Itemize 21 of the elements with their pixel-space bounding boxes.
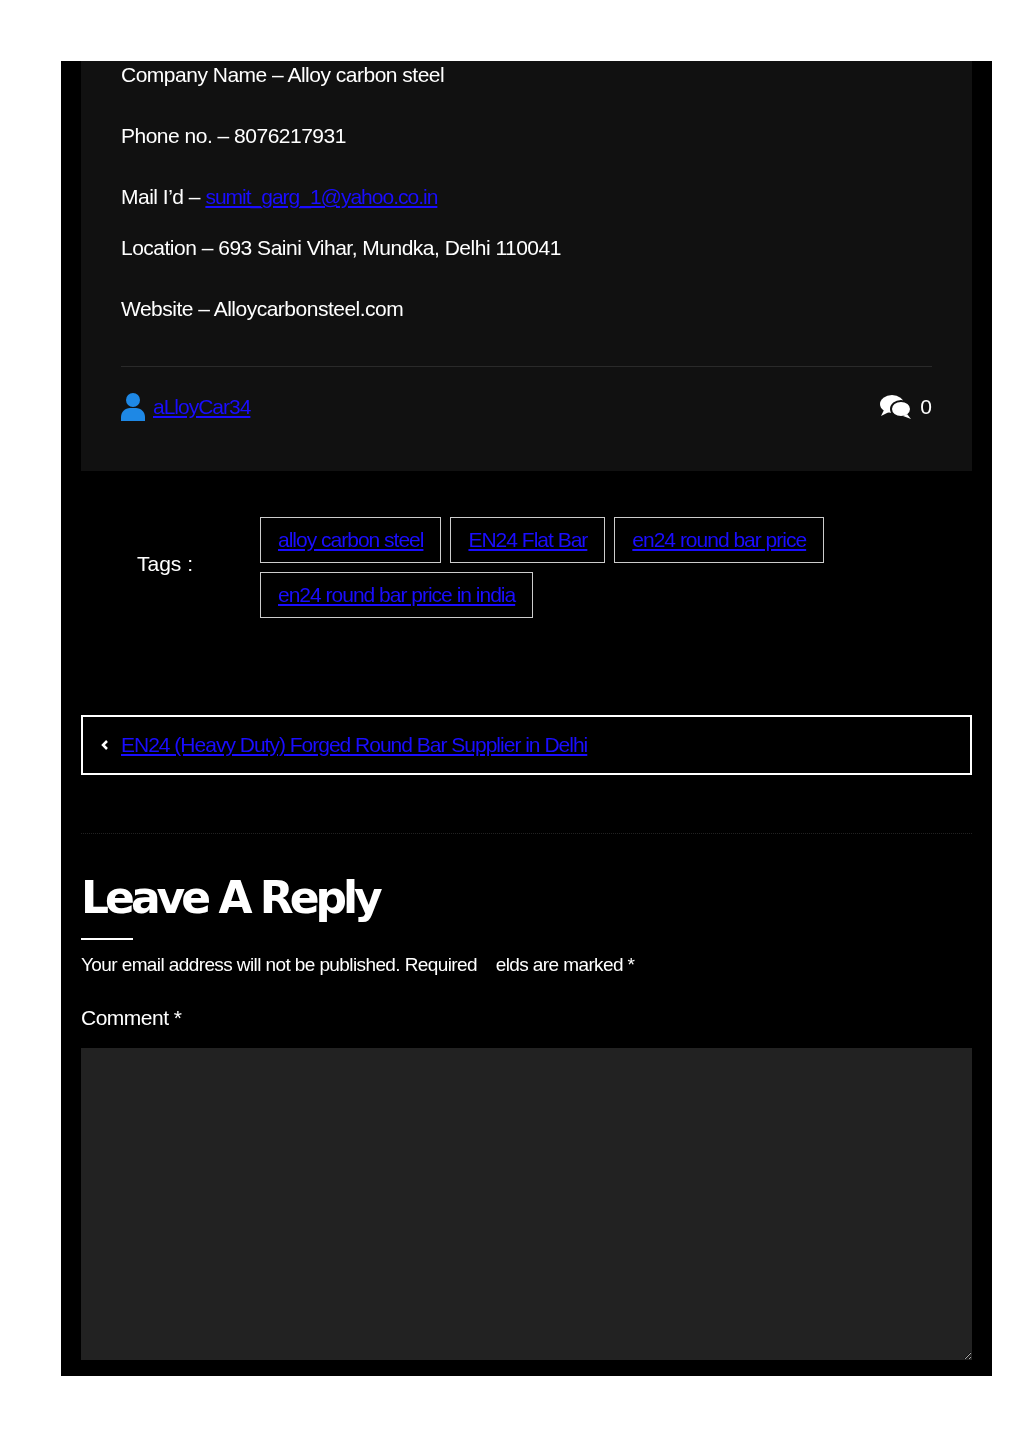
contact-line: Phone no. – 8076217931 (121, 123, 347, 149)
tag-link[interactable]: EN24 Flat Bar (450, 517, 606, 563)
user-icon (121, 393, 145, 421)
comments-icon (880, 394, 913, 420)
tag-link[interactable]: alloy carbon steel (260, 517, 442, 563)
chevron-left-icon (101, 739, 109, 751)
contact-line: Location – 693 Saini Vihar, Mundka, Delhi 110041 (121, 235, 562, 261)
tag-link[interactable]: en24 round bar price in india (260, 572, 534, 618)
reply-heading: Leave A Reply (81, 872, 381, 924)
comment-field[interactable] (81, 1048, 972, 1360)
comment-label: Comment * (81, 1006, 183, 1030)
tag-link[interactable]: en24 round bar price (614, 517, 825, 563)
author-link[interactable]: aLloyCar34 (153, 395, 251, 419)
contact-line: Mail I’d – sumit_garg_1@yahoo.co.in (121, 184, 439, 211)
contact-line: Company Name – Alloy carbon steel (121, 62, 446, 88)
required-note: Your email address will not be published. Required elds are marked * (81, 954, 636, 976)
email-link[interactable]: sumit_garg_1@yahoo.co.in (205, 185, 438, 208)
comment-count: 0 (920, 395, 932, 419)
previous-post-link[interactable]: EN24 (Heavy Duty) Forged Round Bar Supplier in Delhi (81, 715, 972, 775)
tags-label: Tags : (137, 551, 195, 577)
contact-line: Website – Alloycarbonsteel.com (121, 296, 405, 322)
